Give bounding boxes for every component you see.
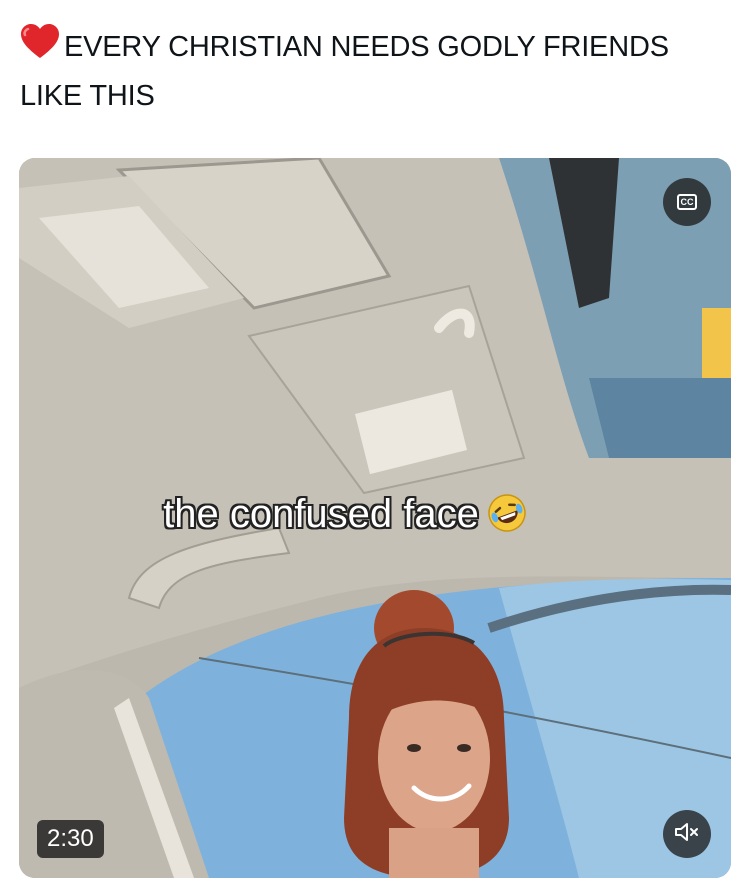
heart-emoji <box>20 24 60 74</box>
closed-captions-button[interactable]: CC <box>663 178 711 226</box>
video-caption: the confused face <box>19 492 731 537</box>
caption-text: the confused face <box>163 492 479 536</box>
mute-button[interactable] <box>663 810 711 858</box>
laughing-emoji <box>487 493 527 533</box>
video-duration: 2:30 <box>37 820 104 858</box>
speaker-muted-icon <box>674 821 700 848</box>
post-text: EVERY CHRISTIAN NEEDS GODLY FRIENDS LIKE… <box>20 24 720 119</box>
closed-captions-icon: CC <box>677 194 697 210</box>
post-body: EVERY CHRISTIAN NEEDS GODLY FRIENDS LIKE… <box>20 31 669 112</box>
video-player[interactable]: the confused face CC 2:30 <box>19 158 731 878</box>
